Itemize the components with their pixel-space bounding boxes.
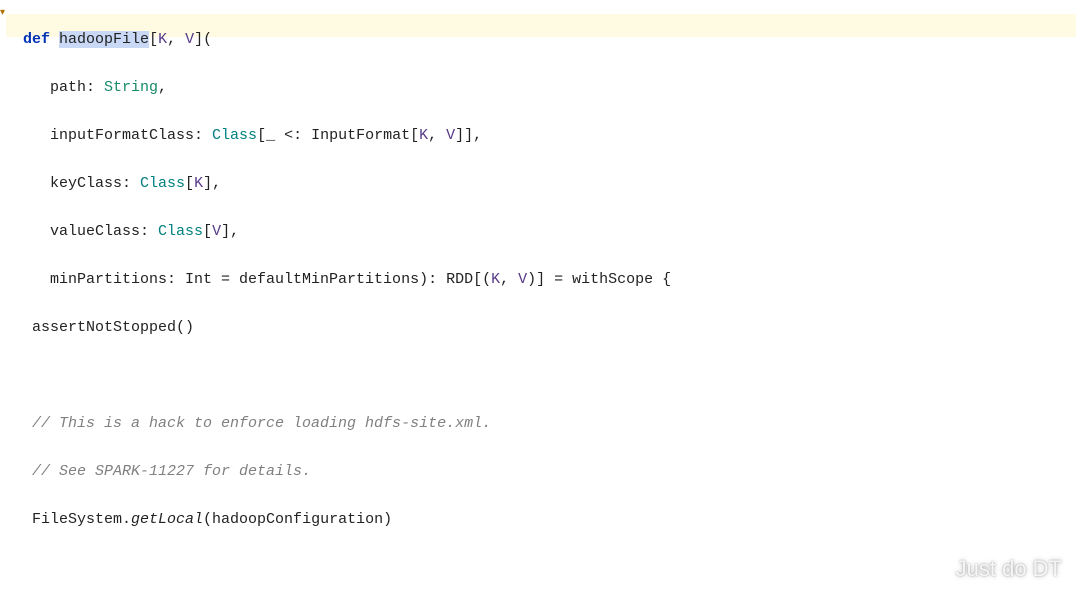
code-line: inputFormatClass: Class[_ <: InputFormat…: [14, 124, 1080, 148]
code-line: keyClass: Class[K],: [14, 172, 1080, 196]
type-param-K: K: [419, 127, 428, 144]
token: valueClass:: [14, 223, 158, 240]
code-line: // See SPARK-11227 for details.: [14, 460, 1080, 484]
code-viewer: ▾ def hadoopFile[K, V]( path: String, in…: [0, 0, 1080, 603]
type-param-V: V: [185, 31, 194, 48]
token: (hadoopConfiguration): [203, 511, 392, 528]
type-param-K: K: [194, 175, 203, 192]
comment: // This is a hack to enforce loading hdf…: [14, 415, 491, 432]
token: FileSystem.: [14, 511, 131, 528]
code-line: assertNotStopped(): [14, 316, 1080, 340]
type-class: Class: [140, 175, 185, 192]
token: [: [203, 223, 212, 240]
token: ],: [221, 223, 239, 240]
type-param-K: K: [158, 31, 167, 48]
type-string: String: [104, 79, 158, 96]
blank-line: [14, 364, 1080, 388]
token: [: [149, 31, 158, 48]
token: ](: [194, 31, 212, 48]
token: inputFormatClass:: [14, 127, 212, 144]
token: ,: [167, 31, 185, 48]
token: ,: [428, 127, 446, 144]
token: assertNotStopped(): [14, 319, 194, 336]
token: ,: [500, 271, 518, 288]
code-line: FileSystem.getLocal(hadoopConfiguration): [14, 508, 1080, 532]
method-call: getLocal: [131, 511, 203, 528]
code-block: def hadoopFile[K, V]( path: String, inpu…: [0, 4, 1080, 603]
blank-line: [14, 556, 1080, 580]
type-param-V: V: [212, 223, 221, 240]
selected-method-name: hadoopFile: [59, 31, 149, 48]
token: ,: [158, 79, 167, 96]
token: )] = withScope {: [527, 271, 671, 288]
keyword-def: def: [23, 31, 50, 48]
type-class: Class: [158, 223, 203, 240]
token: path:: [14, 79, 104, 96]
watermark: Just do DT: [924, 557, 1062, 581]
code-line: path: String,: [14, 76, 1080, 100]
type-param-K: K: [491, 271, 500, 288]
code-line: valueClass: Class[V],: [14, 220, 1080, 244]
watermark-text: Just do DT: [956, 557, 1062, 581]
token: ]],: [455, 127, 482, 144]
code-line: def hadoopFile[K, V](: [14, 28, 1080, 52]
token: [: [185, 175, 194, 192]
type-class: Class: [212, 127, 257, 144]
token: minPartitions: Int = defaultMinPartition…: [14, 271, 491, 288]
token: ],: [203, 175, 221, 192]
code-line: // This is a hack to enforce loading hdf…: [14, 412, 1080, 436]
type-param-V: V: [518, 271, 527, 288]
token: keyClass:: [14, 175, 140, 192]
comment: // See SPARK-11227 for details.: [14, 463, 311, 480]
type-param-V: V: [446, 127, 455, 144]
code-line: minPartitions: Int = defaultMinPartition…: [14, 268, 1080, 292]
wechat-icon: [924, 558, 950, 580]
token: [_ <: InputFormat[: [257, 127, 419, 144]
